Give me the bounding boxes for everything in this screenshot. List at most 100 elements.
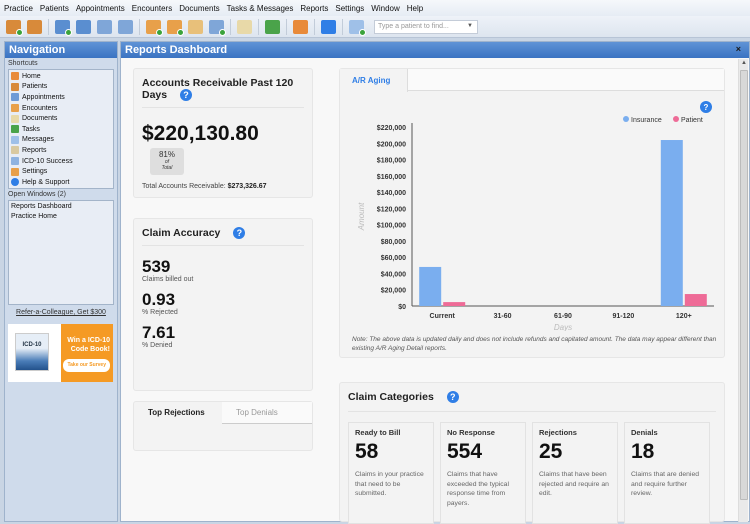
claim-category-denials[interactable]: Denials 18 Claims that are denied and requ…	[624, 422, 710, 524]
help-icon[interactable]	[321, 19, 336, 34]
documents-icon	[11, 114, 19, 123]
add-encounter-icon[interactable]	[146, 19, 163, 36]
approve-encounter-icon[interactable]	[167, 19, 184, 36]
settings-icon	[11, 167, 19, 176]
close-icon[interactable]: ×	[736, 44, 741, 54]
vertical-scrollbar[interactable]: ▲	[738, 59, 748, 522]
shortcut-appointments[interactable]: Appointments	[11, 92, 111, 103]
reports-icon[interactable]	[237, 19, 252, 34]
icd10-icon	[11, 157, 19, 166]
total-ar: Total Accounts Receivable: $273,326.67	[142, 183, 304, 190]
documents-icon[interactable]	[188, 19, 203, 34]
shortcut-label: Tasks	[22, 125, 40, 133]
y-tick-label: $200,000	[377, 141, 406, 148]
stat-label: Claims billed out	[142, 276, 194, 284]
messages-icon	[11, 135, 19, 144]
shortcut-encounters[interactable]: Encounters	[11, 103, 111, 114]
shortcut-label: Encounters	[22, 104, 58, 112]
patients-icon	[11, 82, 19, 91]
appointment-list-icon[interactable]	[76, 19, 91, 34]
take-survey-button[interactable]: Take our Survey	[63, 359, 110, 372]
find-patient-icon[interactable]	[27, 19, 42, 34]
category-count: 18	[631, 440, 655, 464]
menu-item-help[interactable]: Help	[407, 4, 423, 13]
shortcut-settings[interactable]: Settings	[11, 166, 111, 177]
add-message-icon[interactable]	[209, 19, 226, 36]
icd10-ad-banner[interactable]: ICD-10 Win a ICD-10 Code Book! Take our …	[8, 324, 113, 382]
calendar-day-icon[interactable]	[97, 19, 112, 34]
dropdown-arrow-icon[interactable]: ▼	[467, 23, 473, 29]
tasks-check-icon[interactable]	[265, 19, 280, 34]
top-rejections-denials-card: Top Rejections Top Denials	[133, 401, 313, 451]
shortcut-patients[interactable]: Patients	[11, 82, 111, 93]
percent-of-total-badge: 81% of Total	[150, 148, 184, 176]
add-patient-icon[interactable]	[6, 19, 23, 36]
refer-colleague-link[interactable]: Refer-a-Colleague, Get $300	[5, 309, 117, 316]
shortcut-messages[interactable]: Messages	[11, 135, 111, 146]
y-tick-label: $120,000	[377, 206, 406, 213]
tab-top-rejections[interactable]: Top Rejections	[134, 402, 222, 424]
legend-marker-patient	[673, 116, 679, 122]
menu-item-reports[interactable]: Reports	[300, 4, 328, 13]
menu-item-encounters[interactable]: Encounters	[132, 4, 172, 13]
shortcut-tasks[interactable]: Tasks	[11, 124, 111, 135]
encounters-icon	[11, 104, 19, 113]
bar-insurance-current	[419, 266, 442, 306]
shortcut-home[interactable]: Home	[11, 71, 111, 82]
stat-label: % Denied	[142, 342, 173, 350]
open-window-item[interactable]: Practice Home	[11, 213, 111, 223]
bar-patient-current	[443, 302, 466, 306]
x-tick-label: 61-90	[554, 313, 572, 320]
x-axis-label: Days	[554, 323, 572, 331]
shortcut-reports[interactable]: Reports	[11, 145, 111, 156]
scroll-up-arrow-icon[interactable]: ▲	[741, 60, 747, 66]
stat-label: % Rejected	[142, 309, 178, 317]
reports-icon	[11, 146, 19, 155]
y-axis-label: Amount	[357, 202, 366, 231]
menu-item-appointments[interactable]: Appointments	[76, 4, 125, 13]
ad-headline-1: Win a ICD-10	[67, 337, 110, 344]
stat-value: 539	[142, 257, 171, 277]
menu-item-window[interactable]: Window	[371, 4, 399, 13]
menu-item-settings[interactable]: Settings	[335, 4, 364, 13]
plus-badge-icon	[359, 28, 366, 36]
home-icon	[11, 72, 19, 81]
tab-ar-aging[interactable]: A/R Aging	[340, 69, 408, 92]
plus-badge-icon	[156, 28, 163, 36]
category-title: Rejections	[539, 428, 577, 438]
category-title: No Response	[447, 428, 495, 438]
claim-category-no-response[interactable]: No Response 554 Claims that have exceeded …	[440, 422, 526, 524]
shortcut-documents[interactable]: Documents	[11, 113, 111, 124]
menu-item-documents[interactable]: Documents	[179, 4, 219, 13]
plus-badge-icon	[65, 28, 72, 36]
menu-item-practice[interactable]: Practice	[4, 4, 33, 13]
calendar-week-icon[interactable]	[118, 19, 133, 34]
menu-item-patients[interactable]: Patients	[40, 4, 69, 13]
category-title: Denials	[631, 428, 658, 438]
help-icon[interactable]: ?	[233, 227, 246, 240]
claim-category-ready-to-bill[interactable]: Ready to Bill 58 Claims in your practice t…	[348, 422, 434, 524]
shortcuts-label: Shortcuts	[8, 60, 38, 67]
new-message-icon[interactable]	[349, 19, 366, 36]
menu-bar: Practice Patients Appointments Encounters Do…	[0, 0, 750, 16]
toolbar-separator	[314, 18, 315, 35]
tab-top-denials[interactable]: Top Denials	[222, 402, 312, 424]
bar-insurance-120-	[660, 140, 683, 306]
shortcut-icd-10-success[interactable]: ICD-10 Success	[11, 156, 111, 167]
scrollbar-thumb[interactable]	[740, 70, 748, 500]
patient-search-input[interactable]: Type a patient to find... ▼	[374, 19, 478, 34]
help-icon[interactable]: ?	[446, 391, 459, 404]
help-icon[interactable]: ?	[180, 89, 193, 102]
plus-badge-icon	[177, 28, 184, 36]
add-appointment-icon[interactable]	[55, 19, 72, 36]
legend-label-insurance: Insurance	[631, 117, 662, 124]
shortcut-help-support[interactable]: Help & Support	[11, 177, 111, 188]
category-count: 554	[447, 440, 483, 464]
open-window-item[interactable]: Reports Dashboard	[11, 203, 111, 213]
help-icon	[11, 178, 19, 187]
plus-badge-icon	[219, 28, 226, 36]
home-icon[interactable]	[293, 19, 308, 34]
menu-item-tasks-messages[interactable]: Tasks & Messages	[227, 4, 294, 13]
claim-category-rejections[interactable]: Rejections 25 Claims that have been reject…	[532, 422, 618, 524]
ar-aging-card: A/R Aging $0 $20,000 $40,000 $60,000 $80,000…	[339, 68, 725, 358]
